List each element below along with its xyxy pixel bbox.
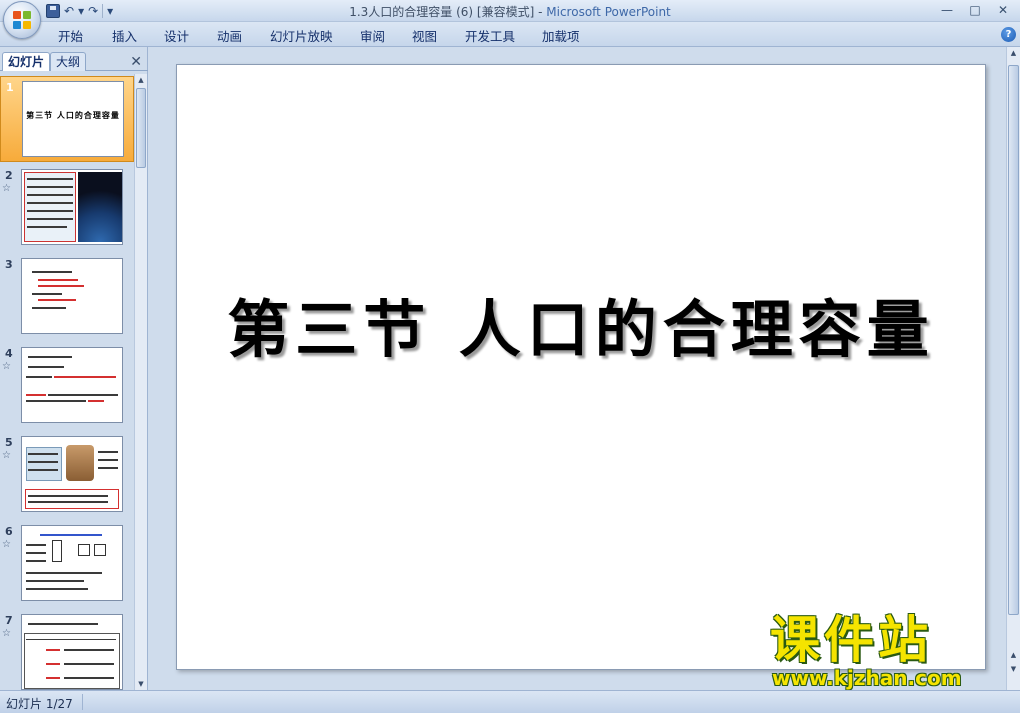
slide-number: 3 [5, 258, 13, 271]
scroll-up-icon[interactable]: ▲ [1007, 47, 1020, 60]
status-bar: 幻灯片 1/27 [0, 690, 1020, 713]
thumb-note-box [25, 489, 119, 509]
thumb-diagram-box [94, 544, 106, 556]
tab-home[interactable]: 开始 [58, 26, 83, 45]
thumbnail-title: 第三节 人口的合理容量 [26, 111, 120, 120]
slide-thumbnail-6[interactable]: 6 ☆ [0, 521, 134, 607]
minimize-button[interactable]: — [934, 1, 960, 19]
slide-title[interactable]: 第三节 人口的合理容量 [177, 279, 985, 369]
close-panel-icon[interactable]: ✕ [130, 54, 142, 70]
watermark-url: www.kjzhan.com [772, 666, 962, 690]
current-slide[interactable]: 第三节 人口的合理容量 [176, 64, 986, 670]
animation-star-icon: ☆ [2, 628, 11, 639]
slide-number: 5 [5, 436, 13, 449]
slide-number: 4 [5, 347, 13, 360]
thumbnail-image [21, 169, 123, 245]
site-watermark: 课件站 www.kjzhan.com [770, 612, 1006, 690]
panel-scrollbar[interactable]: ▲ ▼ [134, 74, 147, 690]
slide-thumbnail-2[interactable]: 2 ☆ [0, 165, 134, 251]
animation-star-icon: ☆ [2, 539, 11, 550]
thumb-text-box [24, 172, 76, 242]
slide-number: 1 [6, 81, 14, 94]
slide-number: 7 [5, 614, 13, 627]
thumbnail-image [21, 347, 123, 423]
office-logo-icon [13, 11, 31, 29]
title-separator: - [534, 5, 547, 19]
thumbnail-image [21, 258, 123, 334]
thumb-table [24, 633, 120, 689]
close-button[interactable]: ✕ [990, 1, 1016, 19]
tab-design[interactable]: 设计 [164, 26, 189, 45]
title-bar: ↶ ▾ ↷ ▾ 1.3人口的合理容量 (6) [兼容模式] - Microsof… [0, 0, 1020, 22]
slide-editor: 第三节 人口的合理容量 [149, 47, 1006, 690]
ribbon-tabs: 开始 插入 设计 动画 幻灯片放映 审阅 视图 开发工具 加载项 ? [0, 22, 1020, 47]
scroll-up-icon[interactable]: ▲ [135, 74, 147, 86]
slide-thumbnail-7[interactable]: 7 ☆ [0, 610, 134, 690]
tab-slide-show[interactable]: 幻灯片放映 [270, 26, 333, 45]
app-name: Microsoft PowerPoint [546, 5, 671, 19]
prev-slide-icon[interactable]: ▲ [1007, 649, 1020, 662]
thumb-diagram-box [52, 540, 62, 562]
animation-star-icon: ☆ [2, 361, 11, 372]
thumbnail-image [21, 436, 123, 512]
thumb-diagram-box [78, 544, 90, 556]
document-title: 1.3人口的合理容量 (6) [兼容模式] [349, 5, 535, 19]
thumbnail-list: 1 第三节 人口的合理容量 2 ☆ 3 4 ☆ 5 ☆ 6 ☆ 7 ☆ [0, 74, 134, 690]
slide-thumbnail-1[interactable]: 1 第三节 人口的合理容量 [0, 76, 134, 162]
watermark-brand: 课件站 [770, 611, 932, 669]
scroll-down-icon[interactable]: ▼ [135, 678, 147, 690]
editor-scroll-thumb[interactable] [1008, 65, 1019, 615]
tab-slides[interactable]: 幻灯片 [2, 52, 51, 71]
thumbnail-image [21, 614, 123, 690]
animation-star-icon: ☆ [2, 183, 11, 194]
slide-thumbnail-5[interactable]: 5 ☆ [0, 432, 134, 518]
thumbnail-image: 第三节 人口的合理容量 [22, 81, 124, 157]
editor-scrollbar[interactable]: ▲ ▲ ▼ [1006, 47, 1020, 690]
barrel-image-icon [66, 445, 94, 481]
tab-developer[interactable]: 开发工具 [465, 26, 515, 45]
panel-scroll-thumb[interactable] [136, 88, 146, 168]
tab-insert[interactable]: 插入 [112, 26, 137, 45]
office-button[interactable] [3, 1, 41, 39]
status-separator [82, 694, 83, 710]
earth-image-icon [78, 172, 122, 242]
maximize-button[interactable]: □ [962, 1, 988, 19]
slide-number: 2 [5, 169, 13, 182]
slide-number: 6 [5, 525, 13, 538]
panel-tabs: 幻灯片 大纲 ✕ [0, 51, 148, 71]
slides-panel: 幻灯片 大纲 ✕ 1 第三节 人口的合理容量 2 ☆ 3 4 ☆ 5 ☆ 6 ☆… [0, 47, 148, 690]
help-icon[interactable]: ? [1001, 27, 1016, 42]
slide-thumbnail-4[interactable]: 4 ☆ [0, 343, 134, 429]
window-controls: — □ ✕ [934, 1, 1016, 19]
slide-thumbnail-3[interactable]: 3 [0, 254, 134, 340]
tab-review[interactable]: 审阅 [360, 26, 385, 45]
thumbnail-image [21, 525, 123, 601]
animation-star-icon: ☆ [2, 450, 11, 461]
tab-outline[interactable]: 大纲 [50, 52, 87, 71]
next-slide-icon[interactable]: ▼ [1007, 663, 1020, 676]
slide-counter: 幻灯片 1/27 [6, 697, 73, 711]
tab-add-ins[interactable]: 加载项 [542, 26, 580, 45]
tab-view[interactable]: 视图 [412, 26, 437, 45]
tab-animations[interactable]: 动画 [217, 26, 242, 45]
window-title: 1.3人口的合理容量 (6) [兼容模式] - Microsoft PowerP… [0, 3, 1020, 20]
